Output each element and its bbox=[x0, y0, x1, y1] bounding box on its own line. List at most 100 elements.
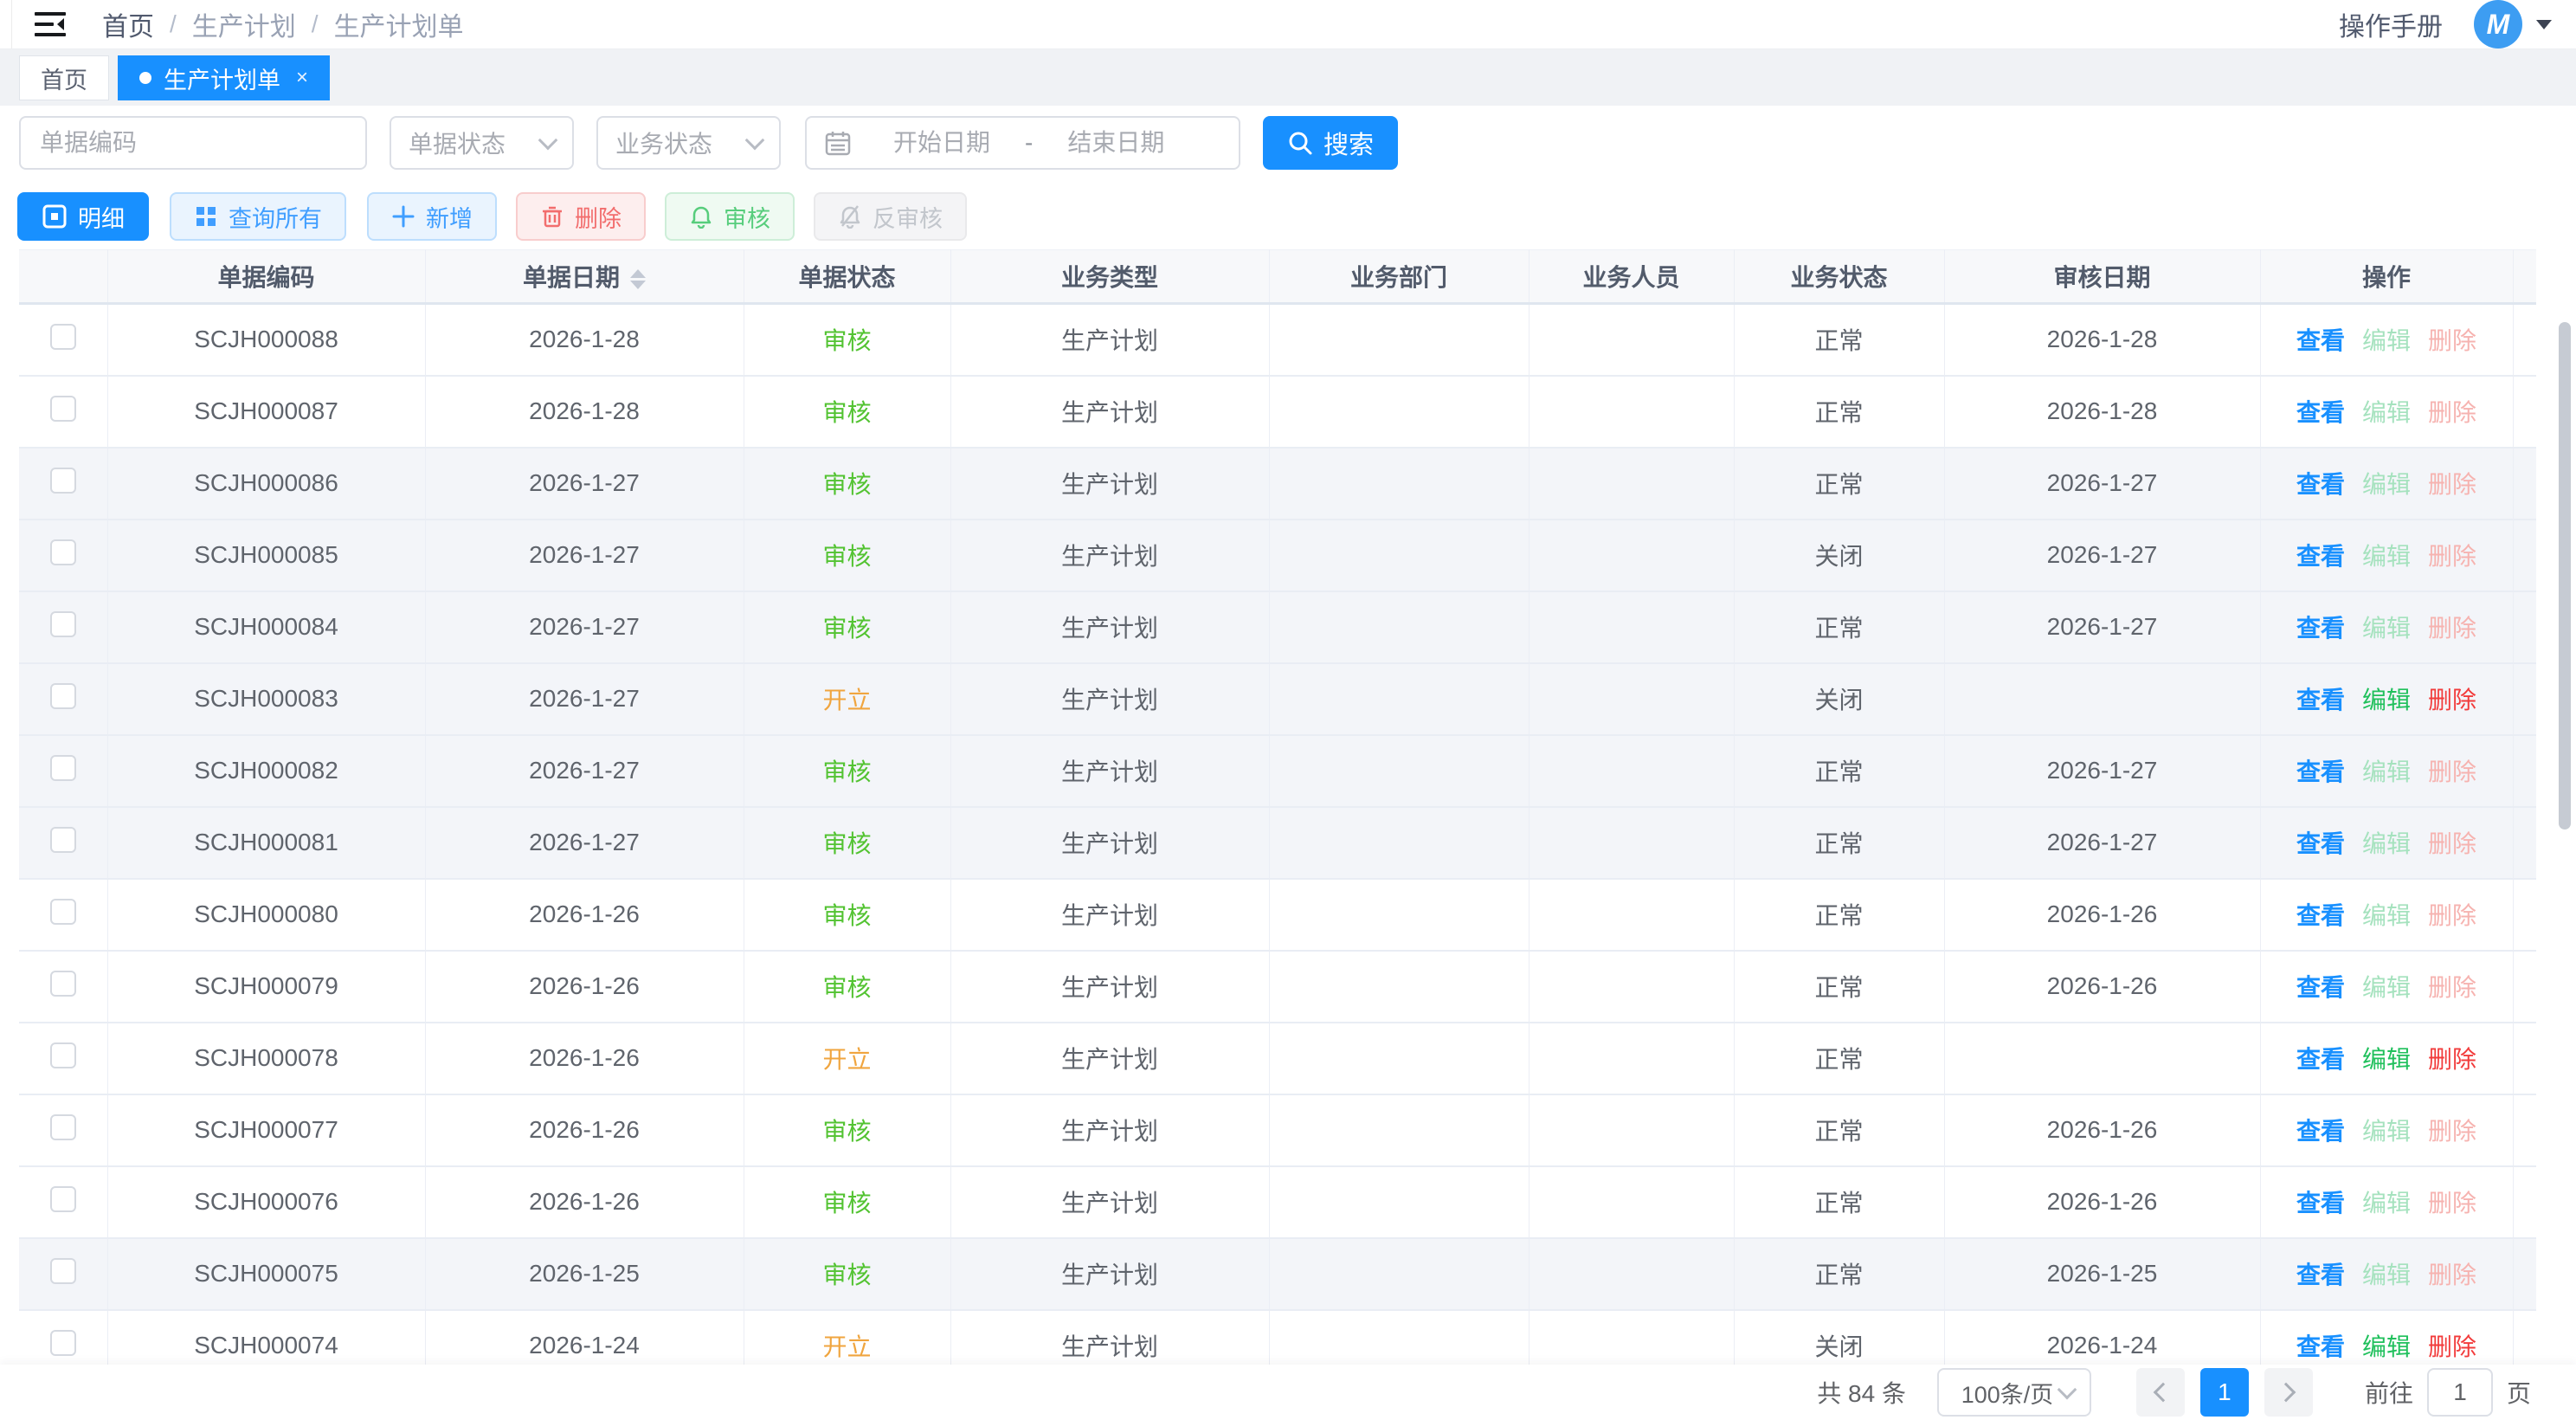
table-row: SCJH0000822026-1-27审核生产计划正常2026-1-27查看编辑… bbox=[19, 735, 2536, 807]
row-checkbox[interactable] bbox=[50, 396, 76, 422]
row-checkbox[interactable] bbox=[50, 468, 76, 494]
row-checkbox[interactable] bbox=[50, 324, 76, 350]
tab-首页[interactable]: 首页 bbox=[19, 55, 109, 100]
cell-doc-date: 2026-1-27 bbox=[425, 591, 744, 663]
breadcrumb-item[interactable]: 首页 bbox=[102, 5, 154, 43]
manual-link[interactable]: 操作手册 bbox=[2339, 5, 2443, 43]
edit-link: 编辑 bbox=[2362, 1262, 2411, 1288]
close-icon[interactable]: × bbox=[296, 66, 308, 90]
row-checkbox[interactable] bbox=[50, 1114, 76, 1140]
sort-icon[interactable] bbox=[630, 269, 646, 289]
toolbar: 明细 查询所有 新增 删除 bbox=[17, 192, 967, 241]
view-link[interactable]: 查看 bbox=[2296, 687, 2345, 713]
cell-doc-date: 2026-1-26 bbox=[425, 879, 744, 951]
view-link[interactable]: 查看 bbox=[2296, 1262, 2345, 1288]
tab-label: 首页 bbox=[41, 61, 87, 95]
detail-button[interactable]: 明细 bbox=[17, 192, 149, 241]
delete-button[interactable]: 删除 bbox=[516, 192, 646, 241]
add-button[interactable]: 新增 bbox=[367, 192, 497, 241]
view-link[interactable]: 查看 bbox=[2296, 1118, 2345, 1145]
view-link[interactable]: 查看 bbox=[2296, 974, 2345, 1001]
avatar[interactable]: M bbox=[2474, 0, 2522, 48]
cell-biz-person bbox=[1529, 879, 1734, 951]
cell-doc-status-text: 审核 bbox=[822, 399, 871, 426]
row-checkbox[interactable] bbox=[50, 683, 76, 709]
active-dot-icon bbox=[139, 72, 151, 84]
row-checkbox[interactable] bbox=[50, 1330, 76, 1356]
cell-doc-status: 审核 bbox=[744, 591, 950, 663]
delete-link[interactable]: 删除 bbox=[2428, 687, 2476, 713]
view-link[interactable]: 查看 bbox=[2296, 1333, 2345, 1360]
cell-biz-status: 正常 bbox=[1734, 807, 1944, 879]
column-header-业务状态: 业务状态 bbox=[1734, 250, 1944, 304]
breadcrumb-item: 生产计划 bbox=[192, 5, 296, 43]
view-link[interactable]: 查看 bbox=[2296, 327, 2345, 354]
unaudit-button[interactable]: 反审核 bbox=[814, 192, 967, 241]
cell-actions: 查看编辑删除 bbox=[2260, 663, 2513, 735]
table-row: SCJH0000752026-1-25审核生产计划正常2026-1-25查看编辑… bbox=[19, 1238, 2536, 1310]
search-button[interactable]: 搜索 bbox=[1263, 116, 1398, 170]
content-panel: 单据状态 业务状态 - 搜索 bbox=[0, 106, 2576, 1365]
biz-status-select[interactable]: 业务状态 bbox=[596, 116, 781, 170]
column-header-单据日期[interactable]: 单据日期 bbox=[425, 250, 744, 304]
cell-biz-type: 生产计划 bbox=[950, 520, 1269, 591]
chevron-down-icon[interactable] bbox=[2536, 20, 2552, 29]
start-date-input[interactable] bbox=[864, 129, 1020, 157]
view-link[interactable]: 查看 bbox=[2296, 1190, 2345, 1217]
next-page-button[interactable] bbox=[2264, 1368, 2313, 1417]
edit-link[interactable]: 编辑 bbox=[2362, 687, 2411, 713]
view-link[interactable]: 查看 bbox=[2296, 1046, 2345, 1073]
cell-doc-status: 审核 bbox=[744, 1166, 950, 1238]
cell-biz-dept bbox=[1269, 951, 1529, 1023]
row-checkbox[interactable] bbox=[50, 899, 76, 925]
chevron-down-icon bbox=[745, 131, 765, 151]
cell-biz-status: 关闭 bbox=[1734, 663, 1944, 735]
row-checkbox[interactable] bbox=[50, 755, 76, 781]
bell-slash-icon bbox=[838, 204, 862, 229]
query-all-button[interactable]: 查询所有 bbox=[170, 192, 346, 241]
delete-link: 删除 bbox=[2428, 615, 2476, 642]
view-link[interactable]: 查看 bbox=[2296, 615, 2345, 642]
row-gutter-cell bbox=[2513, 376, 2536, 448]
row-checkbox[interactable] bbox=[50, 539, 76, 565]
page-number-button[interactable]: 1 bbox=[2200, 1368, 2249, 1417]
edit-link[interactable]: 编辑 bbox=[2362, 1046, 2411, 1073]
cell-biz-dept bbox=[1269, 1310, 1529, 1365]
view-link[interactable]: 查看 bbox=[2296, 399, 2345, 426]
tab-生产计划单[interactable]: 生产计划单× bbox=[118, 55, 330, 100]
cell-doc-code: SCJH000077 bbox=[107, 1094, 425, 1166]
delete-link[interactable]: 删除 bbox=[2428, 1333, 2476, 1360]
audit-button[interactable]: 审核 bbox=[665, 192, 795, 241]
cell-actions: 查看编辑删除 bbox=[2260, 1238, 2513, 1310]
view-link[interactable]: 查看 bbox=[2296, 543, 2345, 570]
view-link[interactable]: 查看 bbox=[2296, 471, 2345, 498]
row-checkbox[interactable] bbox=[50, 827, 76, 853]
cell-doc-date: 2026-1-28 bbox=[425, 304, 744, 376]
grid-icon bbox=[194, 204, 218, 229]
view-link[interactable]: 查看 bbox=[2296, 902, 2345, 929]
edit-link[interactable]: 编辑 bbox=[2362, 1333, 2411, 1360]
end-date-input[interactable] bbox=[1038, 129, 1194, 157]
row-gutter-cell bbox=[2513, 807, 2536, 879]
cell-doc-code: SCJH000087 bbox=[107, 376, 425, 448]
data-table: 单据编码单据日期单据状态业务类型业务部门业务人员业务状态审核日期操作 SCJH0… bbox=[19, 249, 2536, 1365]
view-link[interactable]: 查看 bbox=[2296, 830, 2345, 857]
delete-link[interactable]: 删除 bbox=[2428, 1046, 2476, 1073]
date-range-picker[interactable]: - bbox=[805, 116, 1240, 170]
code-input[interactable] bbox=[19, 116, 367, 170]
vertical-scrollbar-thumb[interactable] bbox=[2559, 322, 2571, 829]
page-size-select[interactable]: 100条/页 bbox=[1937, 1368, 2091, 1417]
row-checkbox[interactable] bbox=[50, 1186, 76, 1212]
menu-fold-icon[interactable] bbox=[31, 5, 69, 43]
doc-status-select[interactable]: 单据状态 bbox=[390, 116, 574, 170]
row-gutter-cell bbox=[2513, 1310, 2536, 1365]
page-unit-label: 页 bbox=[2507, 1375, 2531, 1410]
row-checkbox[interactable] bbox=[50, 611, 76, 637]
cell-doc-status: 审核 bbox=[744, 376, 950, 448]
view-link[interactable]: 查看 bbox=[2296, 758, 2345, 785]
row-checkbox[interactable] bbox=[50, 1258, 76, 1284]
goto-page-input[interactable] bbox=[2427, 1368, 2493, 1417]
prev-page-button[interactable] bbox=[2136, 1368, 2185, 1417]
row-checkbox[interactable] bbox=[50, 971, 76, 997]
row-checkbox[interactable] bbox=[50, 1042, 76, 1068]
